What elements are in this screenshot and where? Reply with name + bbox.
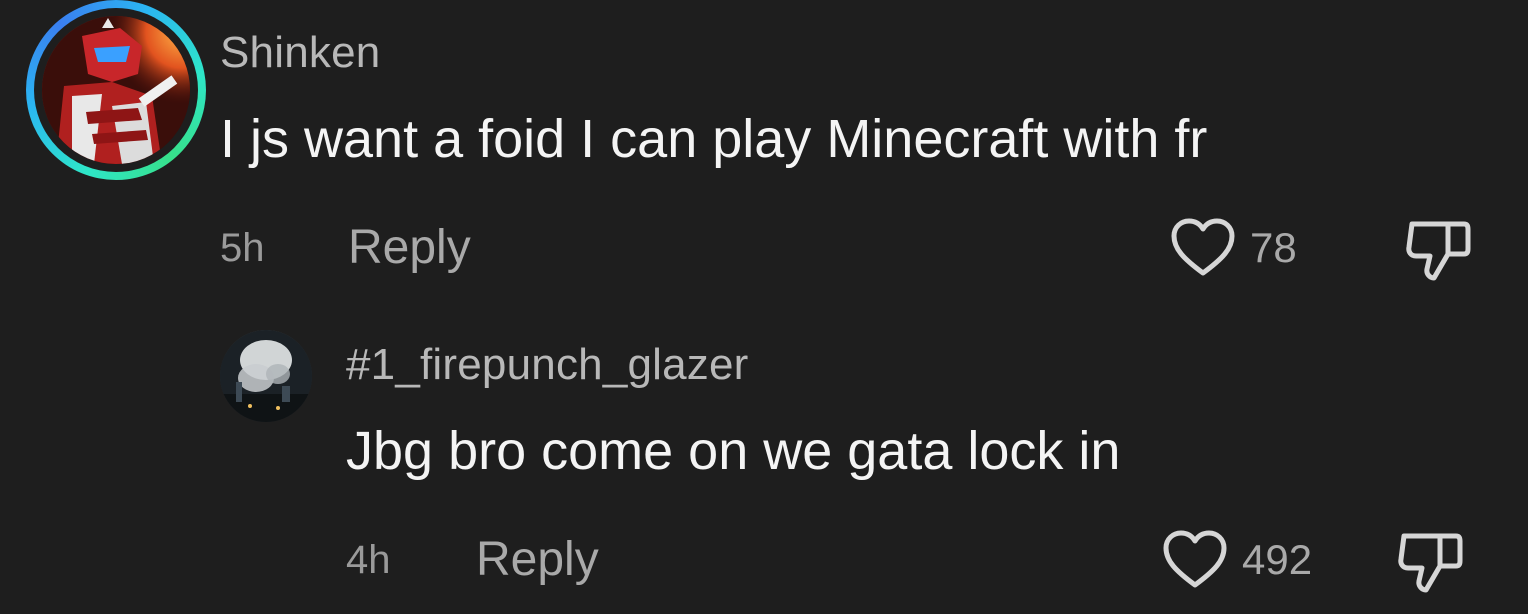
reply-button[interactable]: Reply <box>476 532 599 587</box>
thumbs-down-icon <box>1398 533 1463 593</box>
comment-text: Jbg bro come on we gata lock in <box>346 421 1121 481</box>
comment-username[interactable]: #1_firepunch_glazer <box>346 340 749 390</box>
like-count: 492 <box>1242 536 1313 583</box>
avatar[interactable] <box>220 330 312 422</box>
heart-outline-icon <box>1163 530 1227 588</box>
comment-timestamp: 4h <box>346 538 391 582</box>
comment-firepunch-glazer: #1_firepunch_glazer Jbg bro come on we g… <box>0 0 1528 614</box>
dislike-button[interactable] <box>1396 528 1466 601</box>
like-button[interactable]: 492 <box>1162 530 1312 590</box>
avatar-image-icon <box>220 330 312 422</box>
